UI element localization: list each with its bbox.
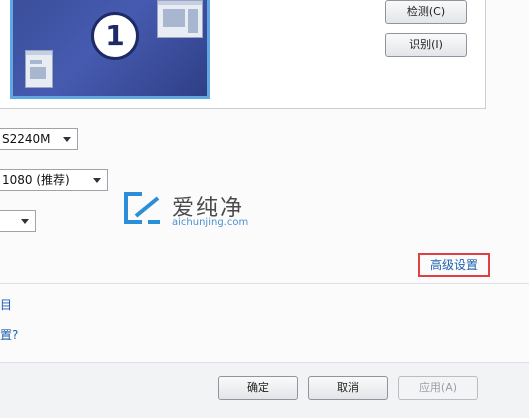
help-link-2[interactable]: 置?: [0, 326, 18, 343]
watermark-url-text: aichunjing.com: [172, 217, 249, 228]
monitor-preview-panel: 1 检测(C) 识别(I): [0, 0, 486, 109]
cancel-button[interactable]: 取消: [308, 376, 388, 400]
ok-button[interactable]: 确定: [218, 376, 298, 400]
window-thumbnail-left: [25, 50, 53, 88]
dialog-footer: 确定 取消 应用(A): [0, 362, 529, 418]
display-select[interactable]: S2240M: [0, 128, 78, 150]
orientation-select[interactable]: [0, 210, 36, 232]
monitor-number-badge: 1: [91, 12, 139, 60]
apply-button[interactable]: 应用(A): [398, 376, 478, 400]
display-select-value: S2240M: [2, 132, 51, 146]
section-divider: [0, 283, 529, 284]
watermark-logo-icon: [124, 192, 160, 224]
chevron-down-icon: [21, 219, 29, 224]
advanced-settings-link[interactable]: 高级设置: [418, 253, 490, 277]
resolution-select[interactable]: 1080 (推荐): [0, 169, 108, 191]
chevron-down-icon: [63, 137, 71, 142]
detect-button[interactable]: 检测(C): [385, 0, 467, 24]
monitor-thumbnail[interactable]: 1: [10, 0, 210, 99]
chevron-down-icon: [93, 178, 101, 183]
window-thumbnail-right: [157, 0, 203, 38]
resolution-select-value: 1080 (推荐): [2, 173, 70, 187]
help-link-1[interactable]: 目: [0, 296, 12, 313]
identify-button[interactable]: 识别(I): [385, 33, 467, 57]
